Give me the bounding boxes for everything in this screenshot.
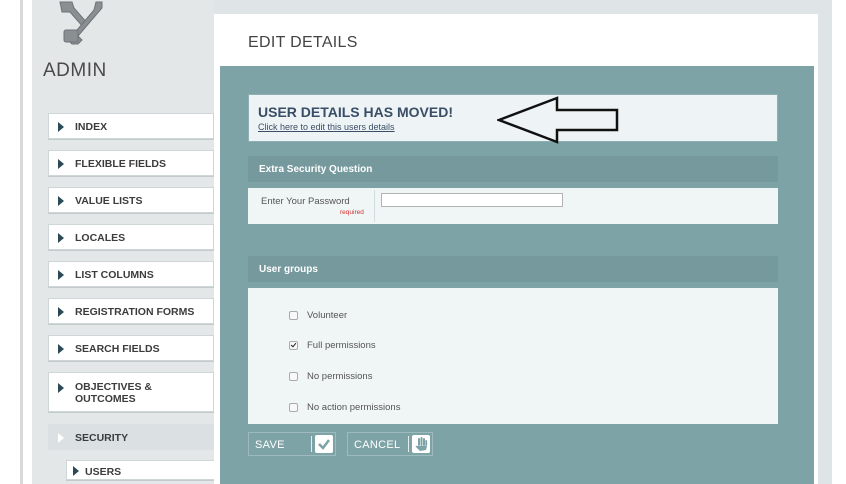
sidebar-item-label: LOCALES [75, 232, 126, 244]
page-title: EDIT DETAILS [248, 34, 358, 51]
checkbox-label: No permissions [307, 371, 373, 382]
sidebar-item-flexible-fields[interactable]: FLEXIBLE FIELDS [48, 150, 214, 176]
caret-right-icon [58, 344, 64, 354]
sidebar-item-locales[interactable]: LOCALES [48, 224, 214, 250]
caret-right-icon [58, 270, 64, 280]
hand-stop-icon [412, 435, 430, 453]
sidebar-item-label: USERS [85, 466, 122, 478]
sidebar-item-value-lists[interactable]: VALUE LISTS [48, 187, 214, 213]
button-divider [311, 436, 312, 452]
caret-right-icon [58, 433, 64, 443]
sidebar-item-security[interactable]: SECURITY [48, 424, 214, 450]
caret-right-icon [58, 159, 64, 169]
sidebar-item-label: OBJECTIVES & OUTCOMES [75, 381, 153, 405]
arrow-left-icon [497, 96, 619, 144]
checkbox[interactable] [289, 403, 298, 412]
save-button[interactable]: SAVE [248, 432, 336, 456]
caret-right-icon [58, 307, 64, 317]
checkbox[interactable] [289, 341, 298, 350]
user-groups-section-header: User groups [248, 256, 778, 282]
password-label: Enter Your Password [261, 196, 350, 207]
checkbox[interactable] [289, 372, 298, 381]
tools-icon [59, 1, 103, 45]
save-label: SAVE [255, 439, 285, 451]
cancel-button[interactable]: CANCEL [347, 432, 433, 456]
sidebar-item-label: INDEX [75, 121, 108, 133]
checkbox-label: No action permissions [307, 402, 401, 413]
sidebar-item-registration-forms[interactable]: REGISTRATION FORMS [48, 298, 214, 324]
sidebar-title: ADMIN [43, 60, 107, 81]
caret-right-icon [73, 466, 79, 476]
required-label: required [340, 209, 364, 216]
checkbox[interactable] [289, 311, 298, 320]
checkmark-icon [315, 435, 333, 453]
notice-title: USER DETAILS HAS MOVED! [258, 104, 453, 120]
caret-right-icon [58, 383, 64, 393]
sidebar-item-objectives-outcomes[interactable]: OBJECTIVES & OUTCOMES [48, 372, 214, 412]
caret-right-icon [58, 233, 64, 243]
checkbox-label: Full permissions [307, 340, 376, 351]
caret-right-icon [58, 196, 64, 206]
sidebar-item-label: VALUE LISTS [75, 195, 143, 207]
field-divider [374, 190, 375, 222]
sidebar-item-search-fields[interactable]: SEARCH FIELDS [48, 335, 214, 361]
checkbox-label: Volunteer [307, 310, 348, 321]
sidebar-item-index[interactable]: INDEX [48, 113, 214, 139]
sidebar-item-label: FLEXIBLE FIELDS [75, 158, 167, 170]
sidebar-item-label: SECURITY [75, 432, 129, 444]
button-divider [408, 436, 409, 452]
security-section-header: Extra Security Question [248, 156, 778, 182]
sidebar-item-label: LIST COLUMNS [75, 269, 154, 281]
caret-right-icon [58, 122, 64, 132]
cancel-label: CANCEL [354, 439, 401, 451]
left-border [20, 0, 23, 484]
edit-user-details-link[interactable]: Click here to edit this users details [258, 122, 395, 132]
sidebar-item-label: REGISTRATION FORMS [75, 306, 195, 318]
password-field[interactable] [381, 193, 563, 207]
sidebar-item-label: SEARCH FIELDS [75, 343, 160, 355]
sidebar-item-users[interactable]: USERS [66, 460, 216, 480]
sidebar-item-list-columns[interactable]: LIST COLUMNS [48, 261, 214, 287]
